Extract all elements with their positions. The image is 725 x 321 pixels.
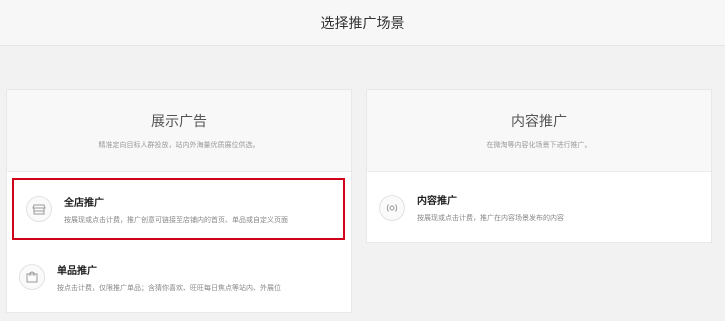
option-shop-promotion[interactable]: 全店推广 按展现或点击计费，推广创意可链接至店铺内的首页、单品或自定义页面 (12, 178, 345, 240)
top-bar: 选择推广场景 (0, 0, 725, 46)
option-single-item-promotion[interactable]: 单品推广 按点击计费，仅限推广单品；含猜你喜欢、旺旺每日焦点等站内、外展位 (7, 242, 351, 312)
display-ads-card: 展示广告 精准定向目标人群投放，站内外海量优质展位供选。 全店推广 按展现或点击… (6, 89, 352, 313)
content-promotion-header: 内容推广 在微淘等内容化场景下进行推广。 (367, 90, 711, 172)
option-title: 单品推广 (57, 265, 97, 277)
display-ads-subtitle: 精准定向目标人群投放，站内外海量优质展位供选。 (98, 141, 260, 149)
shopping-bag-icon (19, 264, 45, 290)
content-promotion-card: 内容推广 在微淘等内容化场景下进行推广。 内容推广 按展现或点击计费，推广在内容… (366, 89, 712, 243)
store-icon (26, 196, 52, 222)
option-description: 按展现或点击计费，推广创意可链接至店铺内的首页、单品或自定义页面 (64, 215, 288, 224)
option-description: 按展现或点击计费，推广在内容场景发布的内容 (417, 214, 564, 222)
content-promotion-subtitle: 在微淘等内容化场景下进行推广。 (486, 141, 592, 149)
option-title: 全店推广 (64, 197, 104, 209)
broadcast-icon (379, 194, 405, 221)
option-title: 内容推广 (417, 196, 457, 207)
option-content-promotion[interactable]: 内容推广 按展现或点击计费，推广在内容场景发布的内容 (367, 173, 711, 242)
page-title: 选择推广场景 (320, 15, 405, 32)
option-description: 按点击计费，仅限推广单品；含猜你喜欢、旺旺每日焦点等站内、外展位 (57, 283, 281, 292)
display-ads-title: 展示广告 (151, 114, 207, 130)
content-promotion-title: 内容推广 (511, 114, 567, 130)
display-ads-header: 展示广告 精准定向目标人群投放，站内外海量优质展位供选。 (7, 90, 351, 172)
